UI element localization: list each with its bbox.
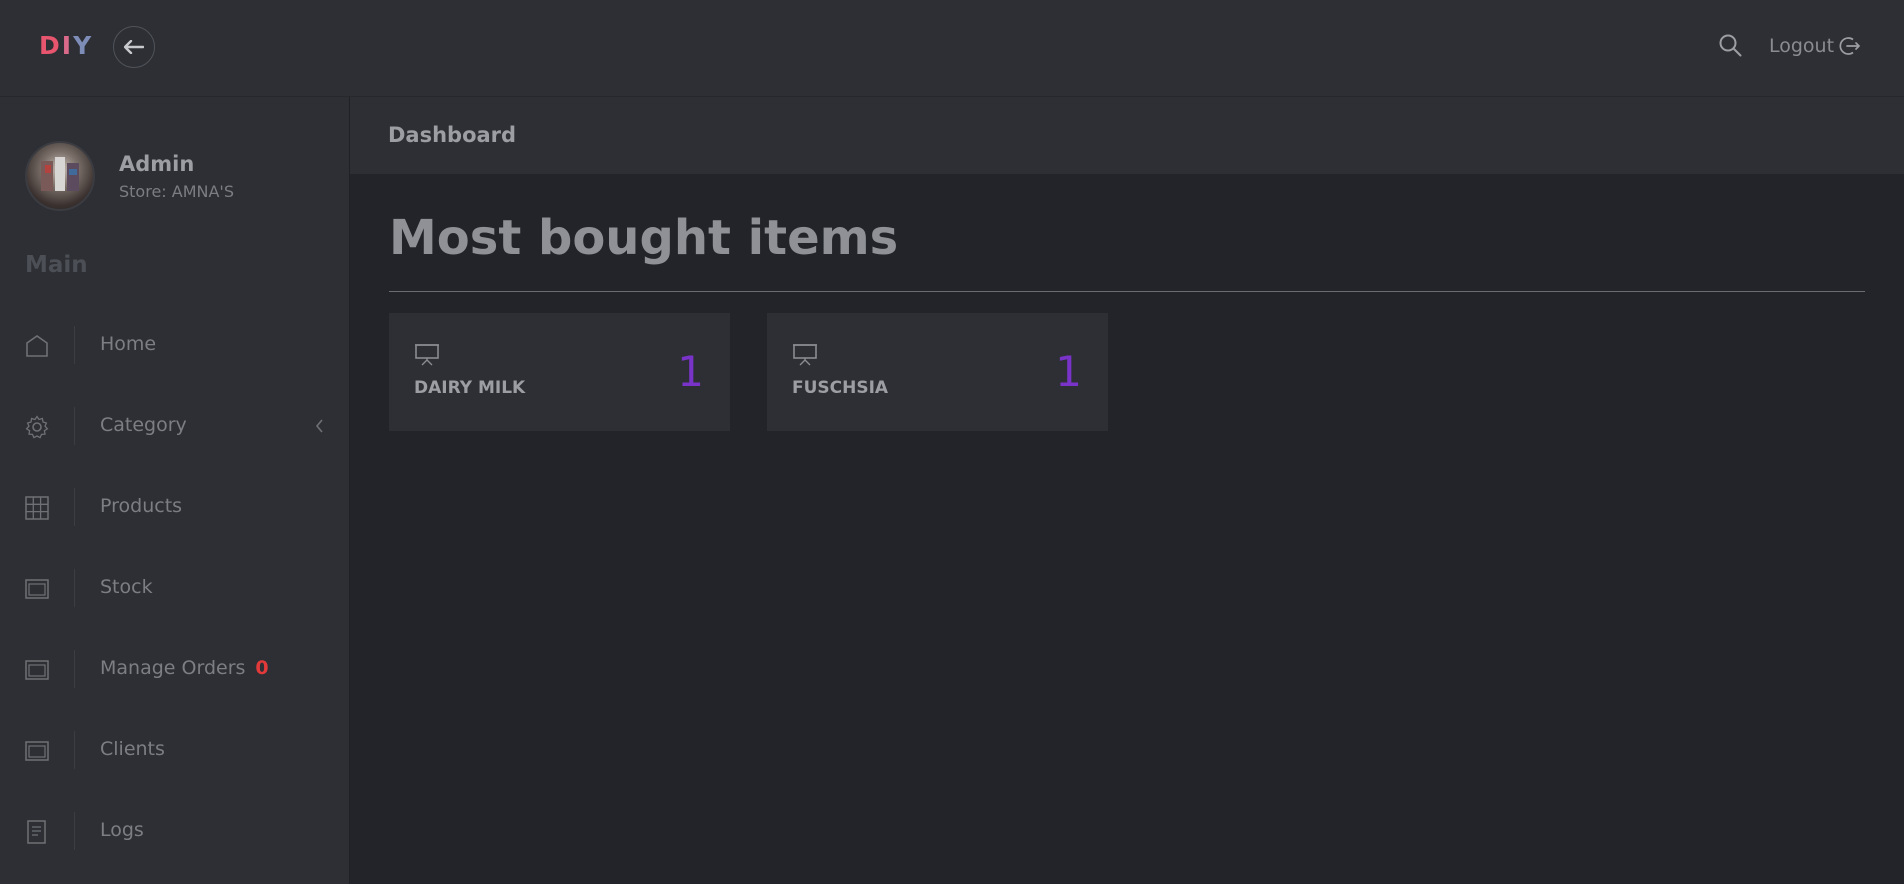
chevron-left-icon[interactable] — [314, 418, 326, 434]
sidebar-item-label: Home — [100, 333, 157, 355]
nav-divider — [74, 407, 75, 445]
sidebar-item-products[interactable]: Products — [0, 482, 349, 532]
gear-icon — [25, 415, 49, 439]
item-card-label: DAIRY MILK — [414, 378, 526, 398]
brand-logo[interactable]: DIY — [39, 31, 93, 60]
sidebar-item-label: Category — [100, 414, 187, 436]
avatar-image — [41, 157, 79, 191]
nav-divider — [74, 488, 75, 526]
item-card[interactable]: DAIRY MILK 1 — [389, 313, 730, 431]
presentation-icon — [415, 344, 439, 366]
sidebar-item-label: Products — [100, 495, 183, 517]
sidebar-item-home[interactable]: Home — [0, 320, 349, 370]
sidebar-item-manage-orders[interactable]: Manage Orders 0 — [0, 644, 349, 694]
orders-count-badge: 0 — [255, 657, 269, 679]
sidebar-item-logs[interactable]: Logs — [0, 806, 349, 856]
logo-letter-d: D — [39, 31, 62, 60]
nav-divider — [74, 731, 75, 769]
item-card-count: 1 — [677, 347, 704, 396]
grid-icon — [25, 496, 49, 520]
window-icon — [25, 741, 49, 761]
user-name: Admin — [119, 151, 195, 176]
item-card-label: FUSCHSIA — [792, 378, 889, 398]
toggle-sidebar-button[interactable] — [113, 26, 155, 68]
sidebar-item-stock[interactable]: Stock — [0, 563, 349, 613]
nav-divider — [74, 812, 75, 850]
nav-divider — [74, 569, 75, 607]
home-icon — [26, 335, 48, 357]
sidebar-item-label: Stock — [100, 576, 153, 598]
title-divider — [389, 291, 1865, 292]
arrow-left-icon — [124, 40, 144, 54]
avatar[interactable] — [25, 141, 95, 211]
user-profile[interactable]: Admin Store: AMNA'S — [25, 141, 234, 211]
nav-divider — [74, 650, 75, 688]
presentation-icon — [793, 344, 817, 366]
sidebar-item-label: Logs — [100, 819, 144, 841]
search-icon — [1719, 34, 1742, 57]
breadcrumb[interactable]: Dashboard — [388, 123, 516, 147]
sidebar-item-category[interactable]: Category — [0, 401, 349, 451]
nav-divider — [74, 326, 75, 364]
item-card[interactable]: FUSCHSIA 1 — [767, 313, 1108, 431]
breadcrumb-bar: Dashboard — [350, 97, 1904, 174]
sidebar-item-label: Manage Orders 0 — [100, 657, 269, 679]
logout-icon — [1839, 37, 1861, 55]
sidebar-item-clients[interactable]: Clients — [0, 725, 349, 775]
manage-orders-label: Manage Orders — [100, 657, 246, 679]
logout-button[interactable]: Logout — [1769, 33, 1861, 59]
top-bar: DIY Logout — [0, 0, 1904, 97]
nav-section-title: Main — [25, 252, 88, 278]
sidebar: Admin Store: AMNA'S Main Home Category P… — [0, 97, 350, 884]
sidebar-item-label: Clients — [100, 738, 165, 760]
item-card-count: 1 — [1055, 347, 1082, 396]
search-button[interactable] — [1718, 33, 1744, 59]
window-icon — [25, 660, 49, 680]
logo-letter-y: Y — [73, 31, 94, 60]
logout-label: Logout — [1769, 35, 1835, 57]
logo-letter-i: I — [61, 31, 74, 60]
page-title: Most bought items — [389, 210, 899, 266]
document-icon — [27, 820, 46, 844]
window-icon — [25, 579, 49, 599]
user-store: Store: AMNA'S — [119, 181, 234, 201]
